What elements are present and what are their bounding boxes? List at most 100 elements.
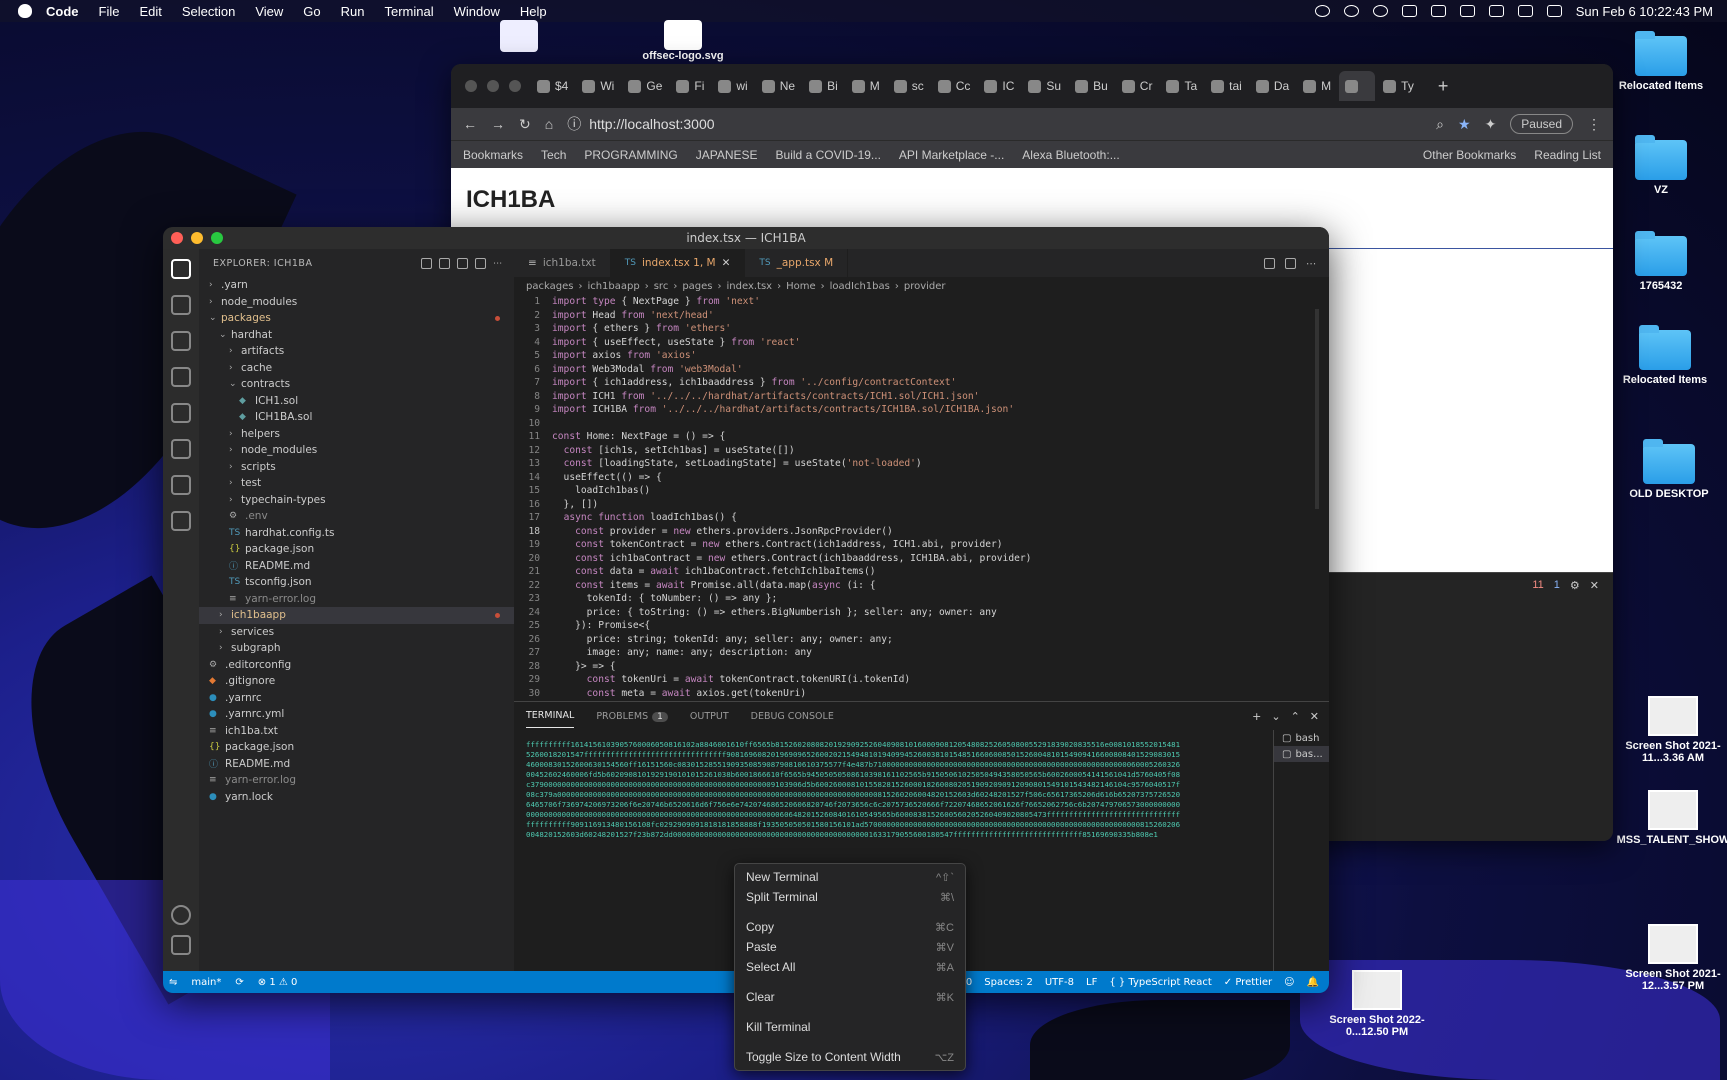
desktop-folder-vz[interactable]: VZ	[1606, 135, 1716, 196]
remote-explorer-icon[interactable]	[171, 439, 191, 459]
bookmark-reading-list[interactable]: Reading List	[1534, 148, 1601, 162]
browser-tab[interactable]: M	[846, 71, 886, 101]
menu-app-name[interactable]: Code	[46, 4, 79, 19]
browser-tab[interactable]: Wi	[576, 71, 620, 101]
prettier-status[interactable]: ✓ Prettier	[1224, 977, 1272, 988]
breadcrumb-item[interactable]: provider	[904, 281, 946, 292]
breadcrumb-item[interactable]: src	[654, 281, 669, 292]
menu-file[interactable]: File	[99, 4, 120, 19]
tab-problems[interactable]: PROBLEMS 1	[596, 711, 668, 722]
split-editor-icon[interactable]	[1285, 257, 1296, 269]
desktop-screenshot-2[interactable]: Screen Shot 2021-12...3.57 PM	[1618, 924, 1727, 992]
new-folder-icon[interactable]	[439, 257, 450, 269]
desktop-screenshot-3[interactable]: Screen Shot 2022-0...12.50 PM	[1322, 970, 1432, 1038]
manage-gear-icon[interactable]	[171, 935, 191, 955]
feedback-icon[interactable]: ☺	[1284, 977, 1294, 988]
browser-tab[interactable]: Su	[1022, 71, 1067, 101]
tree-item-package-json[interactable]: {} package.json	[199, 739, 514, 756]
tree-item-hardhat[interactable]: ⌄ hardhat	[199, 327, 514, 344]
run-debug-icon[interactable]	[171, 367, 191, 387]
tree-item--editorconfig[interactable]: ⚙ .editorconfig	[199, 657, 514, 674]
window-zoom-button[interactable]	[211, 232, 223, 244]
menu-item-split-terminal[interactable]: Split Terminal ⌘\	[735, 887, 965, 907]
more-icon[interactable]: ⋯	[493, 258, 504, 269]
window-close-button[interactable]	[171, 232, 183, 244]
breadcrumb-item[interactable]: ich1baapp	[587, 281, 639, 292]
remote-icon[interactable]: ⇋	[169, 977, 177, 988]
tree-item-node-modules[interactable]: › node_modules	[199, 294, 514, 311]
forward-icon[interactable]: →	[491, 116, 505, 132]
new-tab-button[interactable]: +	[1438, 76, 1449, 97]
tree-item-subgraph[interactable]: › subgraph	[199, 640, 514, 657]
zoom-icon[interactable]: ⌕	[1436, 116, 1444, 133]
tab-terminal[interactable]: TERMINAL	[526, 704, 575, 728]
tree-item-artifacts[interactable]: › artifacts	[199, 343, 514, 360]
tree-item-yarn-lock[interactable]: ● yarn.lock	[199, 789, 514, 806]
tree-item-typechain-types[interactable]: › typechain-types	[199, 492, 514, 509]
more-icon[interactable]: ⋮	[1587, 116, 1601, 133]
chevron-down-icon[interactable]: ⌄	[1271, 710, 1280, 723]
tree-item-packages[interactable]: ⌄ packages	[199, 310, 514, 327]
tree-item--yarnrc[interactable]: ● .yarnrc	[199, 690, 514, 707]
encoding[interactable]: UTF-8	[1045, 977, 1074, 988]
tree-item-readme-md[interactable]: ⓘ README.md	[199, 558, 514, 575]
back-icon[interactable]: ←	[463, 116, 477, 132]
tree-item--env[interactable]: ⚙ .env	[199, 508, 514, 525]
new-file-icon[interactable]	[421, 257, 432, 269]
desktop-file-offsec-logo[interactable]: offsec-logo.svg	[628, 20, 738, 62]
tree-item-node-modules[interactable]: › node_modules	[199, 442, 514, 459]
time-machine-icon[interactable]	[1372, 5, 1388, 17]
bookmark-item[interactable]: Alexa Bluetooth:...	[1022, 148, 1119, 162]
window-close-button[interactable]	[465, 80, 477, 92]
profile-paused-button[interactable]: Paused	[1510, 114, 1573, 134]
browser-tab[interactable]	[1339, 71, 1376, 101]
search-icon[interactable]	[171, 295, 191, 315]
bluetooth-icon[interactable]	[1459, 5, 1475, 17]
breadcrumb-item[interactable]: packages	[526, 281, 573, 292]
devtools-error-count[interactable]: 11	[1532, 579, 1543, 592]
tree-item--gitignore[interactable]: ◆ .gitignore	[199, 673, 514, 690]
devtools-message-count[interactable]: 1	[1554, 579, 1560, 592]
menu-item-toggle-size-to-content-width[interactable]: Toggle Size to Content Width ⌥Z	[735, 1047, 965, 1067]
maximize-panel-icon[interactable]: ⌃	[1291, 710, 1300, 723]
menu-item-kill-terminal[interactable]: Kill Terminal	[735, 1017, 965, 1037]
close-icon[interactable]: ✕	[1590, 579, 1599, 592]
tree-item-yarn-error-log[interactable]: ≡ yarn-error.log	[199, 772, 514, 789]
desktop-file-app[interactable]	[464, 20, 574, 52]
tab-ich1ba-txt[interactable]: ≡ ich1ba.txt	[514, 249, 611, 277]
bookmark-item[interactable]: Bookmarks	[463, 148, 523, 162]
close-tab-icon[interactable]: ✕	[722, 257, 731, 269]
menu-item-copy[interactable]: Copy ⌘C	[735, 917, 965, 937]
battery-icon[interactable]	[1517, 5, 1533, 17]
breadcrumb-item[interactable]: pages	[682, 281, 712, 292]
terminal-instance[interactable]: ▢ bas...	[1274, 746, 1329, 762]
close-panel-icon[interactable]: ✕	[1310, 710, 1319, 723]
browser-tab[interactable]: sc	[888, 71, 930, 101]
desktop-screenshot-1[interactable]: Screen Shot 2021-11...3.36 AM	[1618, 696, 1727, 764]
record-icon[interactable]	[1314, 5, 1330, 17]
browser-tab[interactable]: tai	[1205, 71, 1248, 101]
docker-icon[interactable]	[171, 475, 191, 495]
control-center-icon[interactable]	[1546, 5, 1562, 17]
bookmark-item[interactable]: Tech	[541, 148, 566, 162]
desktop-folder-1765432[interactable]: 1765432	[1606, 231, 1716, 292]
volume-icon[interactable]	[1430, 5, 1446, 17]
play-icon[interactable]	[1343, 5, 1359, 17]
reload-icon[interactable]: ↻	[519, 116, 531, 133]
bookmark-item[interactable]: Build a COVID-19...	[776, 148, 881, 162]
tree-item-yarn-error-log[interactable]: ≡ yarn-error.log	[199, 591, 514, 608]
window-minimize-button[interactable]	[487, 80, 499, 92]
tree-item-scripts[interactable]: › scripts	[199, 459, 514, 476]
problems-status[interactable]: ⊗ 1 ⚠ 0	[258, 977, 298, 988]
tree-item-ich1baapp[interactable]: › ich1baapp	[199, 607, 514, 624]
menu-view[interactable]: View	[255, 4, 283, 19]
menu-item-clear[interactable]: Clear ⌘K	[735, 987, 965, 1007]
browser-tab[interactable]: Fi	[670, 71, 710, 101]
terminal-instance[interactable]: ▢ bash	[1274, 730, 1329, 746]
browser-tab[interactable]: Da	[1250, 71, 1295, 101]
bookmark-other[interactable]: Other Bookmarks	[1423, 148, 1516, 162]
desktop-folder-relocated-items[interactable]: Relocated Items	[1606, 31, 1716, 92]
desktop-file-mss-talent-show[interactable]: MSS_TALENT_SHOW	[1617, 790, 1727, 846]
menu-item-new-terminal[interactable]: New Terminal ^⇧`	[735, 867, 965, 887]
menu-help[interactable]: Help	[520, 4, 547, 19]
